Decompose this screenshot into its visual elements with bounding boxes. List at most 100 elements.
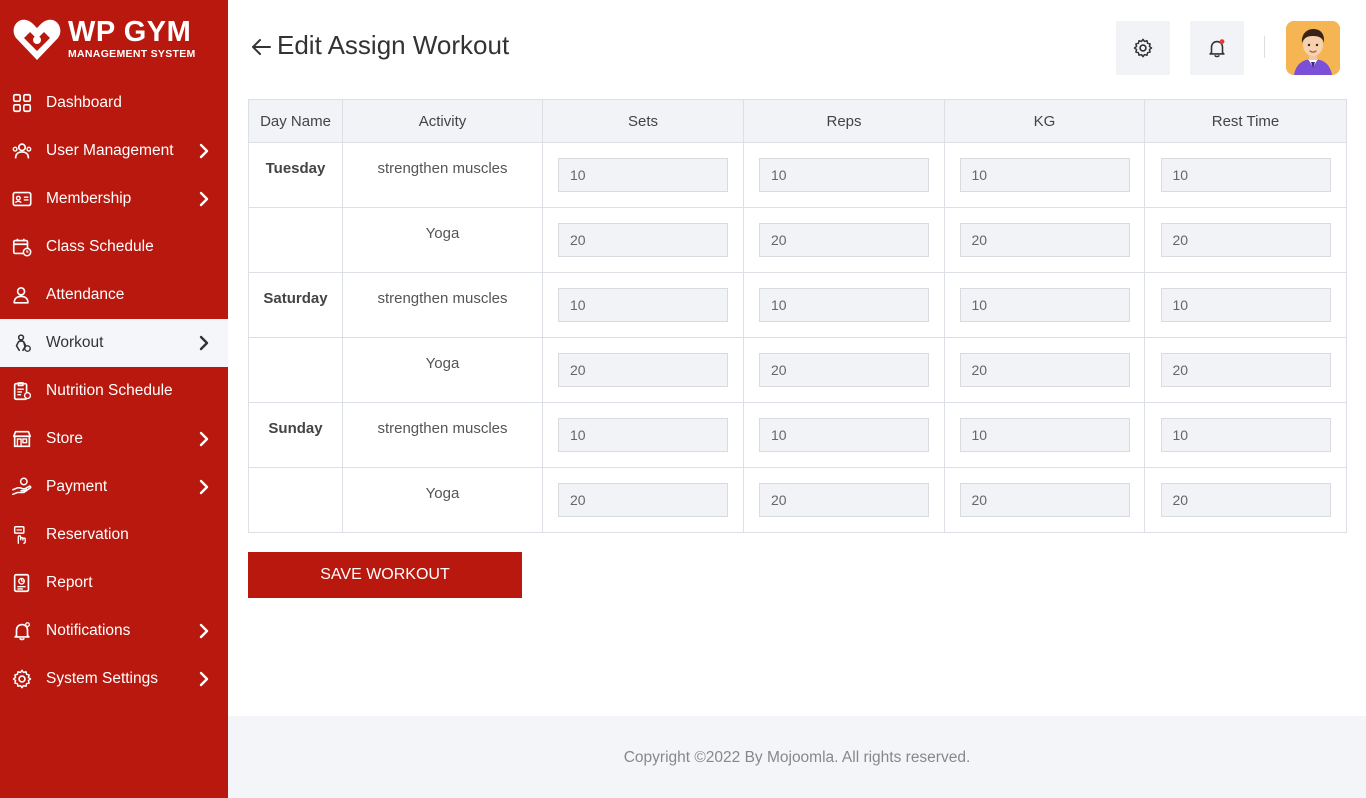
sidebar-item-reservation[interactable]: Reservation	[0, 511, 228, 559]
rest-time-input[interactable]	[1160, 158, 1331, 192]
rest-time-input[interactable]	[1160, 418, 1331, 452]
kg-input[interactable]	[959, 353, 1130, 387]
sets-cell	[542, 272, 744, 338]
sets-input[interactable]	[558, 353, 728, 387]
column-header-reps: Reps	[743, 99, 945, 143]
brand-subtitle: MANAGEMENT SYSTEM	[68, 48, 196, 61]
sets-cell	[542, 142, 744, 208]
reps-cell	[743, 337, 945, 403]
kg-input[interactable]	[959, 288, 1130, 322]
workout-table-container: Day Name Activity Sets Reps KG Rest Time Tues…	[248, 99, 1347, 533]
sidebar-item-nutrition-schedule[interactable]: Nutrition Schedule	[0, 367, 228, 415]
heart-logo-icon	[13, 19, 61, 60]
bell-icon	[1209, 39, 1225, 58]
day-name-cell: Sunday	[248, 402, 343, 468]
save-workout-button[interactable]: SAVE WORKOUT	[248, 552, 522, 598]
sidebar-item-workout[interactable]: Workout	[0, 319, 228, 367]
kg-cell	[944, 272, 1145, 338]
sidebar-item-store[interactable]: Store	[0, 415, 228, 463]
sets-input[interactable]	[558, 483, 728, 517]
table-header-row: Day Name Activity Sets Reps KG Rest Time	[248, 99, 1347, 143]
sidebar-item-label: Notifications	[46, 622, 131, 639]
sidebar-item-label: Membership	[46, 190, 132, 207]
sidebar-item-notifications[interactable]: Notifications	[0, 607, 228, 655]
activity-cell: strengthen muscles	[342, 142, 543, 208]
activity-cell: strengthen muscles	[342, 402, 543, 468]
bell-icon	[11, 620, 33, 642]
sidebar-item-class-schedule[interactable]: Class Schedule	[0, 223, 228, 271]
chevron-right-icon[interactable]	[197, 671, 211, 687]
kg-input[interactable]	[959, 223, 1130, 257]
kg-cell	[944, 207, 1145, 273]
reps-input[interactable]	[759, 483, 929, 517]
kg-cell	[944, 467, 1145, 533]
store-icon	[11, 428, 33, 450]
footer: Copyright ©2022 By Mojoomla. All rights …	[228, 716, 1366, 798]
chevron-right-icon[interactable]	[197, 335, 211, 351]
reps-input[interactable]	[759, 158, 929, 192]
membership-card-icon	[11, 188, 33, 210]
reps-input[interactable]	[759, 418, 929, 452]
settings-button[interactable]	[1116, 21, 1170, 75]
reps-input[interactable]	[759, 288, 929, 322]
chevron-right-icon[interactable]	[197, 431, 211, 447]
sidebar-item-label: System Settings	[46, 670, 158, 687]
user-check-icon	[11, 284, 33, 306]
rest-time-input[interactable]	[1160, 353, 1331, 387]
table-row: Yoga	[248, 467, 1347, 533]
sidebar-item-label: Report	[46, 574, 93, 591]
table-body: Tuesdaystrengthen musclesYogaSaturdaystr…	[248, 142, 1347, 533]
table-row: Sunday strengthen muscles	[248, 402, 1347, 468]
sets-input[interactable]	[558, 223, 728, 257]
sidebar-item-label: Nutrition Schedule	[46, 382, 173, 399]
reps-input[interactable]	[759, 353, 929, 387]
chevron-right-icon[interactable]	[197, 191, 211, 207]
activity-cell: Yoga	[342, 207, 543, 273]
column-header-activity: Activity	[342, 99, 543, 143]
sidebar-item-label: Store	[46, 430, 84, 447]
copyright-text: Copyright ©2022 By Mojoomla. All rights …	[623, 749, 971, 766]
user-avatar-icon	[1286, 21, 1340, 75]
sets-input[interactable]	[558, 418, 728, 452]
page-header: Edit Assign Workout	[228, 0, 1366, 95]
sidebar-item-dashboard[interactable]: Dashboard	[0, 79, 228, 127]
notifications-button[interactable]	[1190, 21, 1244, 75]
sidebar-item-payment[interactable]: Payment	[0, 463, 228, 511]
sidebar-item-label: Reservation	[46, 526, 129, 543]
sets-cell	[542, 207, 744, 273]
sidebar-item-user-management[interactable]: User Management	[0, 127, 228, 175]
sidebar-item-report[interactable]: Report	[0, 559, 228, 607]
payment-hand-icon	[11, 476, 33, 498]
reps-cell	[743, 467, 945, 533]
rest-time-input[interactable]	[1160, 288, 1331, 322]
sidebar-item-attendance[interactable]: Attendance	[0, 271, 228, 319]
rest-cell	[1144, 402, 1347, 468]
rest-time-input[interactable]	[1160, 483, 1331, 517]
kg-input[interactable]	[959, 483, 1130, 517]
sidebar-item-membership[interactable]: Membership	[0, 175, 228, 223]
table-row: Saturday strengthen muscles	[248, 272, 1347, 338]
avatar[interactable]	[1286, 21, 1340, 75]
day-name-cell: Saturday	[248, 272, 343, 338]
sets-input[interactable]	[558, 158, 728, 192]
workout-icon	[11, 332, 33, 354]
chevron-right-icon[interactable]	[197, 143, 211, 159]
kg-input[interactable]	[959, 158, 1130, 192]
calendar-clock-icon	[11, 236, 33, 258]
rest-time-input[interactable]	[1160, 223, 1331, 257]
chevron-right-icon[interactable]	[197, 623, 211, 639]
brand-logo[interactable]: WP GYM MANAGEMENT SYSTEM	[12, 16, 222, 62]
kg-input[interactable]	[959, 418, 1130, 452]
sets-input[interactable]	[558, 288, 728, 322]
notification-dot	[1219, 39, 1225, 44]
table-row: Tuesday strengthen muscles	[248, 142, 1347, 208]
page-title: Edit Assign Workout	[277, 30, 510, 60]
back-arrow-icon[interactable]	[250, 36, 272, 58]
reps-input[interactable]	[759, 223, 929, 257]
sidebar-item-system-settings[interactable]: System Settings	[0, 655, 228, 703]
report-icon	[11, 572, 33, 594]
sets-cell	[542, 467, 744, 533]
gear-icon	[11, 668, 33, 690]
rest-cell	[1144, 467, 1347, 533]
chevron-right-icon[interactable]	[197, 479, 211, 495]
